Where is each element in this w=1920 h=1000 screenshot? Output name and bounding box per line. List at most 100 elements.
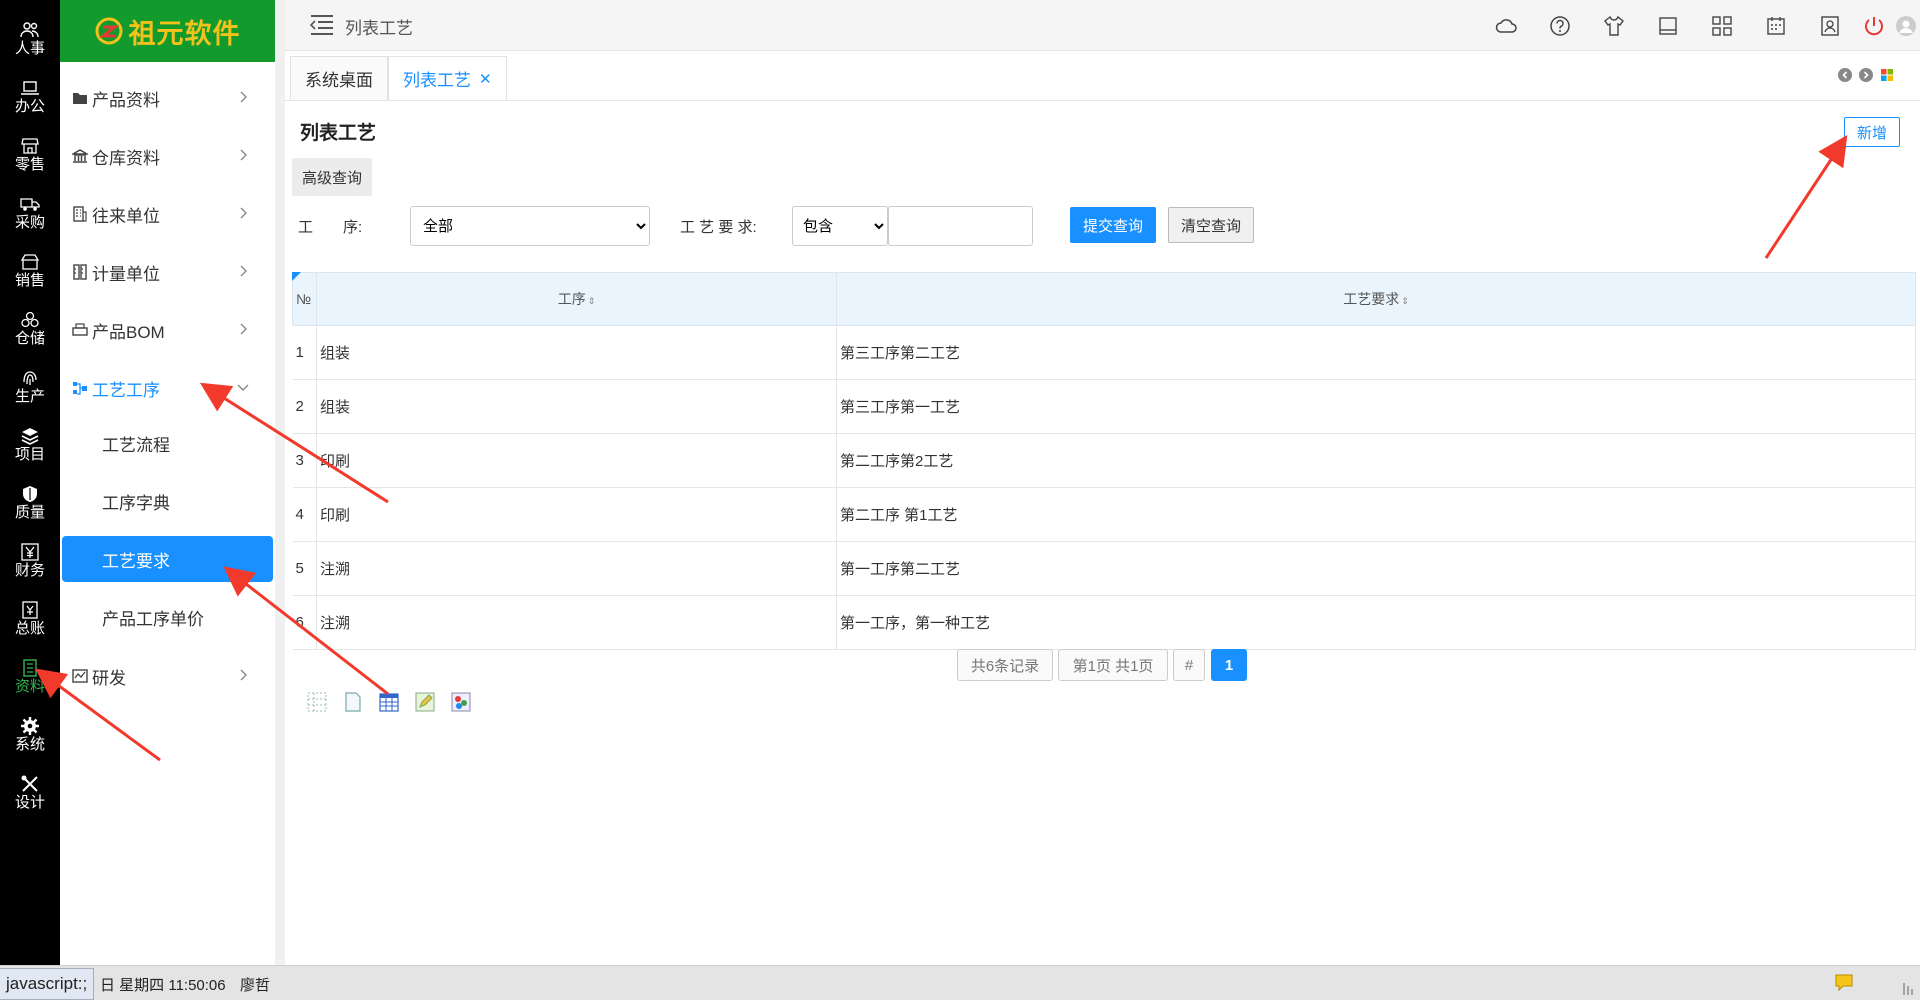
- requirement-search-input[interactable]: [888, 206, 1033, 246]
- menu-product-bom[interactable]: 产品BOM: [72, 304, 272, 356]
- menu-product-data[interactable]: 产品资料: [72, 72, 272, 124]
- window-icon[interactable]: [1657, 15, 1679, 37]
- clear-query-button[interactable]: 清空查询: [1168, 207, 1254, 243]
- table-row[interactable]: 2 组装 第三工序第一工艺: [292, 379, 1916, 434]
- contact-icon[interactable]: [1819, 15, 1841, 37]
- module-data[interactable]: 资料: [0, 647, 60, 705]
- tab-next-icon[interactable]: [1859, 68, 1873, 82]
- submenu-label: 产品工序单价: [102, 609, 204, 629]
- menu-warehouse-data[interactable]: 仓库资料: [72, 130, 272, 182]
- submenu-label: 工序字典: [102, 493, 170, 513]
- cell-num: 5: [292, 541, 317, 596]
- menu-partners[interactable]: 往来单位: [72, 188, 272, 240]
- module-office[interactable]: 办公: [0, 67, 60, 125]
- export-dotted-grid-icon[interactable]: [306, 691, 328, 713]
- pager-goto[interactable]: #: [1173, 649, 1205, 681]
- sort-icon[interactable]: ⇕: [1401, 296, 1409, 306]
- column-header-process[interactable]: 工序 ⇕: [316, 272, 837, 326]
- chart-icon: [72, 669, 88, 683]
- module-design[interactable]: 设计: [0, 763, 60, 821]
- menu-process[interactable]: 工艺工序: [72, 362, 272, 414]
- module-label: 系统: [14, 735, 45, 753]
- export-edit-icon[interactable]: [414, 691, 436, 713]
- help-icon[interactable]: [1549, 15, 1571, 37]
- cloud-icon[interactable]: [1495, 15, 1517, 37]
- module-system[interactable]: 系统: [0, 705, 60, 763]
- menu-label: 产品资料: [92, 90, 160, 110]
- tab-desktop[interactable]: 系统桌面: [290, 56, 388, 100]
- chevron-right-icon: [240, 669, 247, 681]
- requirement-match-select[interactable]: 包含: [792, 206, 888, 246]
- tools-icon: [21, 775, 38, 792]
- column-header-num-label: №: [296, 291, 312, 307]
- module-production[interactable]: 生产: [0, 357, 60, 415]
- submit-query-button[interactable]: 提交查询: [1070, 207, 1156, 243]
- table-row[interactable]: 5 注溯 第一工序第二工艺: [292, 541, 1916, 596]
- column-header-requirement[interactable]: 工艺要求 ⇕: [836, 272, 1916, 326]
- tab-menu-icon[interactable]: [1880, 68, 1894, 82]
- export-table-icon[interactable]: [378, 691, 400, 713]
- tab-close-icon[interactable]: ✕: [479, 70, 492, 88]
- status-time: 日 星期四 11:50:06: [100, 977, 226, 994]
- cell-requirement: 第一工序第二工艺: [836, 541, 1916, 596]
- menu-collapse-icon[interactable]: [309, 13, 335, 37]
- submenu-process-requirements[interactable]: 工艺要求: [62, 536, 273, 582]
- process-filter-select[interactable]: 全部: [410, 206, 650, 246]
- module-sales[interactable]: 销售: [0, 241, 60, 299]
- chevron-right-icon: [240, 149, 247, 161]
- table-row[interactable]: 3 印刷 第二工序第2工艺: [292, 433, 1916, 488]
- calendar-icon[interactable]: [1765, 15, 1787, 37]
- module-retail[interactable]: 零售: [0, 125, 60, 183]
- tab-process-list[interactable]: 列表工艺 ✕: [388, 56, 507, 100]
- boxes-icon: [21, 311, 39, 327]
- menu-label: 仓库资料: [92, 148, 160, 168]
- gear-icon: [21, 716, 39, 735]
- module-hr[interactable]: 人事: [0, 9, 60, 67]
- power-icon[interactable]: [1863, 15, 1885, 37]
- sort-icon[interactable]: ⇕: [588, 296, 596, 306]
- menu-label: 计量单位: [92, 264, 160, 284]
- avatar-icon[interactable]: [1895, 15, 1917, 37]
- export-blank-icon[interactable]: [342, 691, 364, 713]
- export-color-icon[interactable]: [450, 691, 472, 713]
- menu-units[interactable]: 计量单位: [72, 246, 272, 298]
- nodes-icon: [73, 382, 87, 395]
- menu-rnd[interactable]: 研发: [72, 650, 272, 702]
- module-finance[interactable]: 财务: [0, 531, 60, 589]
- logo-text: 祖元软件: [128, 18, 241, 49]
- table-header-row: № 工序 ⇕ 工艺要求 ⇕: [292, 272, 1916, 326]
- status-url: javascript:;: [0, 968, 95, 1000]
- submenu-process-dict[interactable]: 工序字典: [62, 478, 273, 524]
- ruler-icon: [73, 264, 87, 280]
- ledger-icon: [22, 600, 38, 619]
- table-row[interactable]: 6 注溯 第一工序，第一种工艺: [292, 595, 1916, 650]
- submenu-product-process-price[interactable]: 产品工序单价: [62, 594, 273, 640]
- module-label: 人事: [14, 39, 45, 57]
- submenu-label: 工艺流程: [102, 435, 170, 455]
- table-row[interactable]: 4 印刷 第二工序 第1工艺: [292, 487, 1916, 542]
- fingerprint-icon: [23, 370, 37, 385]
- apps-grid-icon[interactable]: [1711, 15, 1733, 37]
- cell-requirement: 第三工序第一工艺: [836, 379, 1916, 434]
- module-ledger[interactable]: 总账: [0, 589, 60, 647]
- skin-icon[interactable]: [1603, 15, 1625, 37]
- data-table: № 工序 ⇕ 工艺要求 ⇕ 1 组装 第三工序第二工艺 2 组装 第三工序第一工艺 …: [292, 272, 1916, 650]
- folder-icon: [73, 93, 87, 104]
- add-button[interactable]: 新增: [1844, 117, 1900, 147]
- header-title: 列表工艺: [345, 19, 413, 38]
- tab-prev-icon[interactable]: [1838, 68, 1852, 82]
- resize-grip-icon[interactable]: [1902, 981, 1914, 995]
- pager-page-1[interactable]: 1: [1211, 649, 1247, 681]
- module-project[interactable]: 项目: [0, 415, 60, 473]
- table-row[interactable]: 1 组装 第三工序第二工艺: [292, 325, 1916, 380]
- status-bar: javascript:; 日 星期四 11:50:06 廖哲: [0, 965, 1920, 1000]
- message-icon[interactable]: [1835, 973, 1853, 991]
- submenu-process-flow[interactable]: 工艺流程: [62, 420, 273, 466]
- module-label: 项目: [14, 445, 45, 463]
- cell-process: 组装: [316, 379, 837, 434]
- module-quality[interactable]: 质量: [0, 473, 60, 531]
- store-icon: [21, 137, 39, 154]
- module-purchase[interactable]: 采购: [0, 183, 60, 241]
- column-header-process-label: 工序: [557, 291, 586, 307]
- module-storage[interactable]: 仓储: [0, 299, 60, 357]
